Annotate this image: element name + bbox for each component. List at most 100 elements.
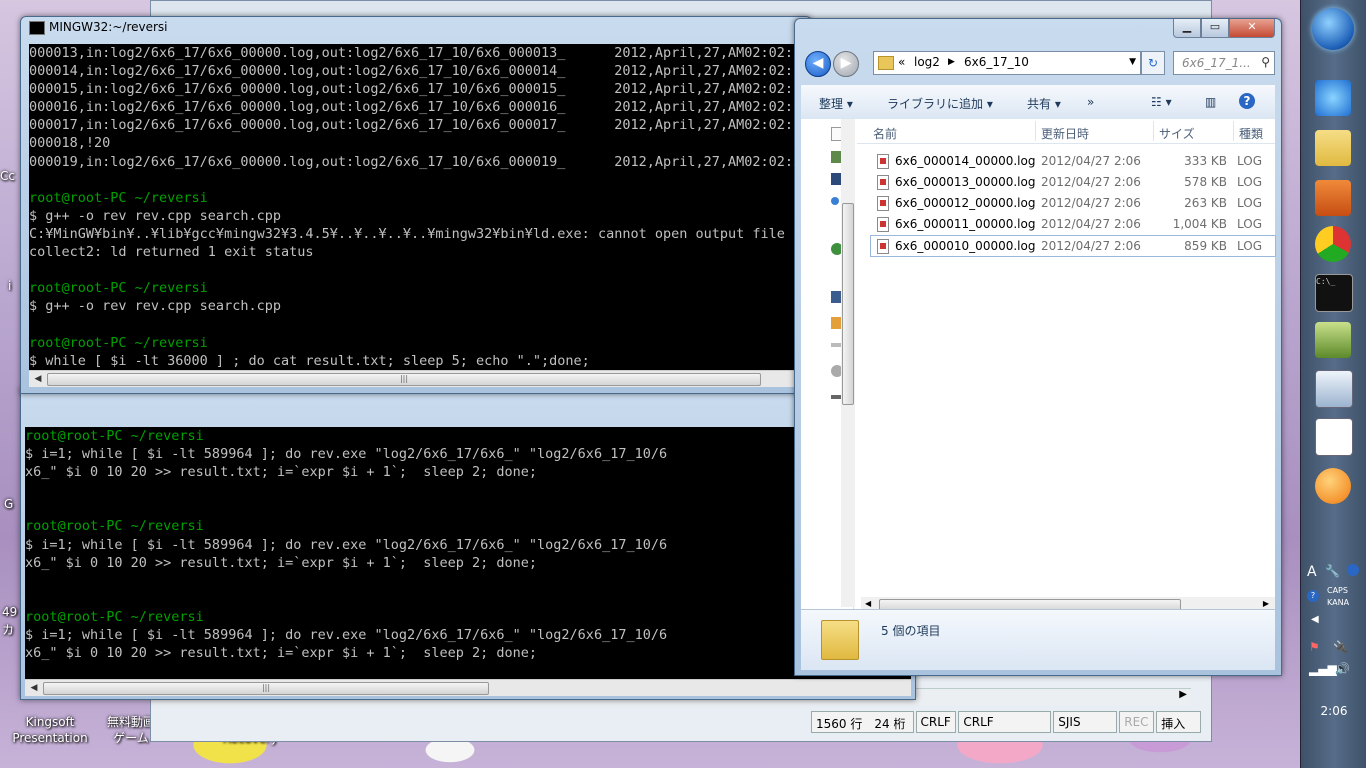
close-icon[interactable]: ✕ xyxy=(1229,19,1275,38)
scroll-thumb[interactable] xyxy=(842,203,854,405)
log-file-icon xyxy=(877,217,889,232)
scroll-thumb[interactable]: ||| xyxy=(43,682,489,695)
share-button[interactable]: 共有 ▾ xyxy=(1027,95,1061,112)
breadcrumb-overflow[interactable]: « xyxy=(898,55,905,69)
desktop-edge-label: i xyxy=(8,279,12,293)
show-hidden-icons-icon[interactable]: ◀ xyxy=(1311,614,1319,625)
file-row[interactable]: 6x6_000014_00000.log 2012/04/27 2:06 333 K… xyxy=(871,151,1275,171)
file-type: LOG xyxy=(1237,239,1263,253)
more-commands-button[interactable]: » xyxy=(1087,95,1094,109)
column-size[interactable]: サイズ xyxy=(1159,125,1195,142)
explorer-toolbar: 整理 ▾ ライブラリに追加 ▾ 共有 ▾ » ☷ ▾ ▥ ? xyxy=(801,85,1275,120)
scroll-left-arrow-icon[interactable]: ◀ xyxy=(865,599,871,608)
internet-explorer-icon[interactable] xyxy=(1315,80,1351,116)
column-name[interactable]: 名前 xyxy=(873,125,897,142)
file-type: LOG xyxy=(1237,175,1263,189)
ime-mode-icon[interactable]: A xyxy=(1307,564,1317,580)
scroll-left-arrow-icon[interactable]: ◀ xyxy=(31,372,45,386)
file-row[interactable]: 6x6_000011_00000.log 2012/04/27 2:06 1,004… xyxy=(871,214,1275,234)
taskbar: C:\_ A 🔧 ? CAPS KANA ◀ ⚑ 🔌 ▂▄▆ 🔊 2:06 xyxy=(1300,0,1366,768)
terminal-output-secondary[interactable]: root@root-PC ~/reversi $ i=1; while [ $i … xyxy=(25,427,911,681)
terminal-prompt-line: root@root-PC ~/reversi xyxy=(29,189,208,206)
file-row[interactable]: 6x6_000010_00000.log 2012/04/27 2:06 859 K… xyxy=(870,235,1276,257)
search-input[interactable]: 6x6_17_1... ⚲ xyxy=(1173,51,1275,75)
window-app-icon[interactable] xyxy=(1315,370,1353,408)
scroll-thumb[interactable]: ||| xyxy=(47,373,761,386)
breadcrumb-current-folder[interactable]: 6x6_17_10 xyxy=(964,55,1029,69)
terminal-app-icon xyxy=(29,21,45,35)
folder-icon xyxy=(821,620,859,660)
file-size: 859 KB xyxy=(1184,239,1227,253)
desktop-icon-kingsoft[interactable]: Kingsoft Presentation xyxy=(0,714,100,746)
help-icon[interactable]: ? xyxy=(1239,93,1255,109)
navpane-vertical-scrollbar[interactable] xyxy=(841,119,855,607)
preview-pane-icon[interactable]: ▥ xyxy=(1205,95,1216,109)
column-type[interactable]: 種類 xyxy=(1239,125,1263,142)
terminal-horizontal-scrollbar[interactable]: ◀ ||| xyxy=(29,370,803,387)
media-player-icon[interactable] xyxy=(1315,180,1351,216)
scroll-left-arrow-icon[interactable]: ◀ xyxy=(27,681,41,695)
breadcrumb-separator-icon[interactable]: ▶ xyxy=(948,57,955,67)
file-type: LOG xyxy=(1237,154,1263,168)
network-signal-icon[interactable]: ▂▄▆ xyxy=(1309,662,1337,676)
command-prompt-icon[interactable]: C:\_ xyxy=(1315,274,1353,312)
remote-desktop-icon[interactable] xyxy=(1315,322,1351,358)
terminal-prompt-line: root@root-PC ~/reversi xyxy=(25,428,204,444)
log-file-icon xyxy=(877,175,889,190)
terminal-horizontal-scrollbar[interactable]: ◀ ||| xyxy=(25,679,911,696)
log-file-icon xyxy=(877,154,889,169)
desktop-edge-label: Cc xyxy=(0,169,15,183)
terminal-prompt-line: root@root-PC ~/reversi xyxy=(29,334,208,351)
file-row[interactable]: 6x6_000013_00000.log 2012/04/27 2:06 578 K… xyxy=(871,172,1275,192)
console-titlebar[interactable]: MINGW32:~/reversi xyxy=(21,17,811,39)
app-orange-icon[interactable] xyxy=(1315,468,1351,504)
action-center-icon[interactable]: ⚑ xyxy=(1309,640,1320,654)
minimize-icon[interactable]: ▁ xyxy=(1173,19,1201,38)
log-file-icon xyxy=(877,196,889,211)
explorer-body: 名前 更新日時 サイズ 種類 6x6_000014_00000.log 2012/… xyxy=(801,119,1276,613)
column-date-modified[interactable]: 更新日時 xyxy=(1041,125,1089,142)
view-options-icon[interactable]: ☷ ▾ xyxy=(1151,95,1172,109)
console-title: MINGW32:~/reversi xyxy=(49,20,168,34)
explorer-titlebar[interactable]: ▁ ▭ ✕ xyxy=(795,19,1281,41)
explorer-window: ▁ ▭ ✕ ◀ ▶ « log2 ▶ 6x6_17_10 ▼ ↻ 6x6_17_… xyxy=(794,18,1282,676)
nav-music-icon[interactable] xyxy=(831,197,839,205)
terminal-line: $ g++ -o rev rev.cpp search.cpp xyxy=(29,298,281,315)
start-button-icon[interactable] xyxy=(1312,8,1354,50)
navigation-pane[interactable] xyxy=(801,119,855,609)
chrome-icon[interactable] xyxy=(1315,226,1351,262)
ime-tools-icon[interactable]: 🔧 xyxy=(1325,564,1340,578)
clock-time[interactable]: 2:06 xyxy=(1301,704,1366,718)
scroll-right-arrow-icon[interactable]: ▶ xyxy=(1179,689,1187,700)
address-bar[interactable]: « log2 ▶ 6x6_17_10 ▼ xyxy=(873,51,1141,75)
explorer-folder-icon[interactable] xyxy=(1315,130,1351,166)
terminal-line: $ while [ $i -lt 36000 ] ; do cat result… xyxy=(29,352,590,369)
power-icon[interactable]: 🔌 xyxy=(1333,640,1348,654)
file-size: 1,004 KB xyxy=(1172,217,1227,231)
forward-arrow-icon[interactable]: ▶ xyxy=(833,51,859,77)
file-date: 2012/04/27 2:06 xyxy=(1041,239,1141,253)
terminal-line: 000014,in:log2/6x6_17/6x6_00000.log,out:… xyxy=(29,63,803,80)
terminal-line: $ i=1; while [ $i -lt 589964 ]; do rev.e… xyxy=(25,627,668,644)
ime-help-icon[interactable]: ? xyxy=(1307,590,1319,602)
add-to-library-button[interactable]: ライブラリに追加 ▾ xyxy=(887,95,993,112)
search-icon[interactable]: ⚲ xyxy=(1261,55,1270,69)
terminal-line: collect2: ld returned 1 exit status xyxy=(29,244,314,261)
terminal-output-main[interactable]: 000013,in:log2/6x6_17/6x6_00000.log,out:… xyxy=(29,44,803,370)
maximize-icon[interactable]: ▭ xyxy=(1201,19,1229,38)
search-placeholder: 6x6_17_1... xyxy=(1182,56,1251,70)
back-arrow-icon[interactable]: ◀ xyxy=(805,51,831,77)
volume-icon[interactable]: 🔊 xyxy=(1335,662,1350,676)
refresh-icon[interactable]: ↻ xyxy=(1141,51,1165,75)
scroll-right-arrow-icon[interactable]: ▶ xyxy=(1263,599,1269,608)
organize-button[interactable]: 整理 ▾ xyxy=(819,95,853,112)
breadcrumb-log2[interactable]: log2 xyxy=(914,55,940,69)
notepad-icon[interactable] xyxy=(1315,418,1353,456)
ime-globe-icon[interactable] xyxy=(1347,564,1359,576)
address-dropdown-icon[interactable]: ▼ xyxy=(1129,57,1136,67)
file-row[interactable]: 6x6_000012_00000.log 2012/04/27 2:06 263 K… xyxy=(871,193,1275,213)
